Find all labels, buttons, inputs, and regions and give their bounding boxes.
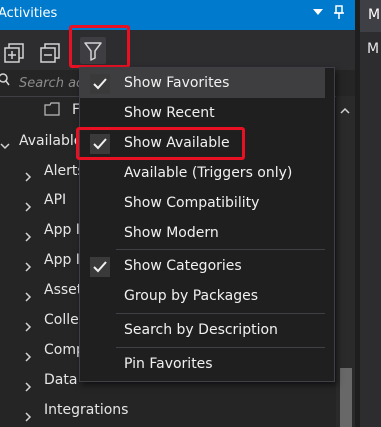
menu-item-show-compatibility[interactable]: Show Compatibility [80, 188, 325, 218]
menu-separator [116, 249, 325, 250]
menu-item-label: Search by Description [124, 322, 278, 338]
menu-item-show-favorites[interactable]: Show Favorites [80, 68, 325, 98]
menu-item-show-categories[interactable]: Show Categories [80, 251, 325, 281]
right-panel [360, 0, 381, 427]
filter-highlight-box [69, 25, 130, 68]
chevron-down-icon[interactable] [0, 136, 10, 150]
menu-item-available-triggers[interactable]: Available (Triggers only) [80, 158, 325, 188]
search-input[interactable]: Search ac [19, 76, 83, 91]
menu-item-label: Available (Triggers only) [124, 165, 293, 181]
chevron-right-icon[interactable] [23, 347, 33, 362]
window-title: Activities [0, 6, 58, 21]
collapse-all-icon [40, 43, 60, 63]
scroll-up-icon[interactable] [340, 101, 350, 114]
chevron-right-icon[interactable] [23, 257, 33, 272]
menu-item-label: Show Categories [124, 258, 242, 274]
menu-item-group-by-packages[interactable]: Group by Packages [80, 281, 325, 311]
menu-item-search-by-description[interactable]: Search by Description [80, 315, 325, 345]
pin-icon[interactable] [334, 5, 344, 23]
chevron-right-icon[interactable] [23, 197, 33, 212]
tree-item[interactable]: Colle [44, 312, 79, 328]
scrollbar-thumb[interactable] [340, 368, 352, 427]
folder-icon [44, 101, 60, 120]
menu-separator [116, 313, 325, 314]
tree-root-available[interactable]: Available [19, 133, 82, 149]
tree-item[interactable]: Data [44, 372, 77, 388]
menu-item-label: Show Compatibility [124, 195, 260, 211]
menu-item-label: Show Recent [124, 105, 215, 121]
right-panel-label: M [367, 41, 380, 57]
tree-item[interactable]: Integrations [44, 402, 128, 418]
chevron-right-icon[interactable] [23, 377, 33, 392]
chevron-right-icon[interactable] [23, 407, 33, 422]
expand-all-button[interactable] [2, 39, 28, 65]
menu-separator [116, 347, 325, 348]
checkmark-icon [90, 74, 110, 94]
tree-item[interactable]: API [44, 192, 66, 208]
search-icon [0, 72, 10, 86]
menu-item-show-recent[interactable]: Show Recent [80, 98, 325, 128]
menu-item-label: Group by Packages [124, 288, 259, 304]
tree-item[interactable]: Asset [44, 282, 82, 298]
menu-item-label: Show Modern [124, 225, 219, 241]
chevron-right-icon[interactable] [23, 167, 33, 182]
collapse-all-button[interactable] [38, 39, 64, 65]
menu-item-label: Show Favorites [124, 75, 230, 91]
menu-item-show-modern[interactable]: Show Modern [80, 218, 325, 248]
tree-item[interactable]: App I [44, 222, 80, 238]
chevron-right-icon[interactable] [23, 317, 33, 332]
show-available-highlight-box [76, 127, 245, 160]
checkmark-icon [90, 257, 110, 277]
right-panel-tab[interactable]: M [360, 0, 381, 32]
chevron-right-icon[interactable] [23, 227, 33, 242]
tree-item[interactable]: App I [44, 252, 80, 268]
menu-item-pin-favorites[interactable]: Pin Favorites [80, 349, 325, 379]
expand-all-icon [4, 43, 24, 63]
chevron-right-icon[interactable] [23, 287, 33, 302]
dropdown-arrow-icon[interactable] [313, 9, 323, 15]
menu-item-label: Pin Favorites [124, 356, 213, 372]
